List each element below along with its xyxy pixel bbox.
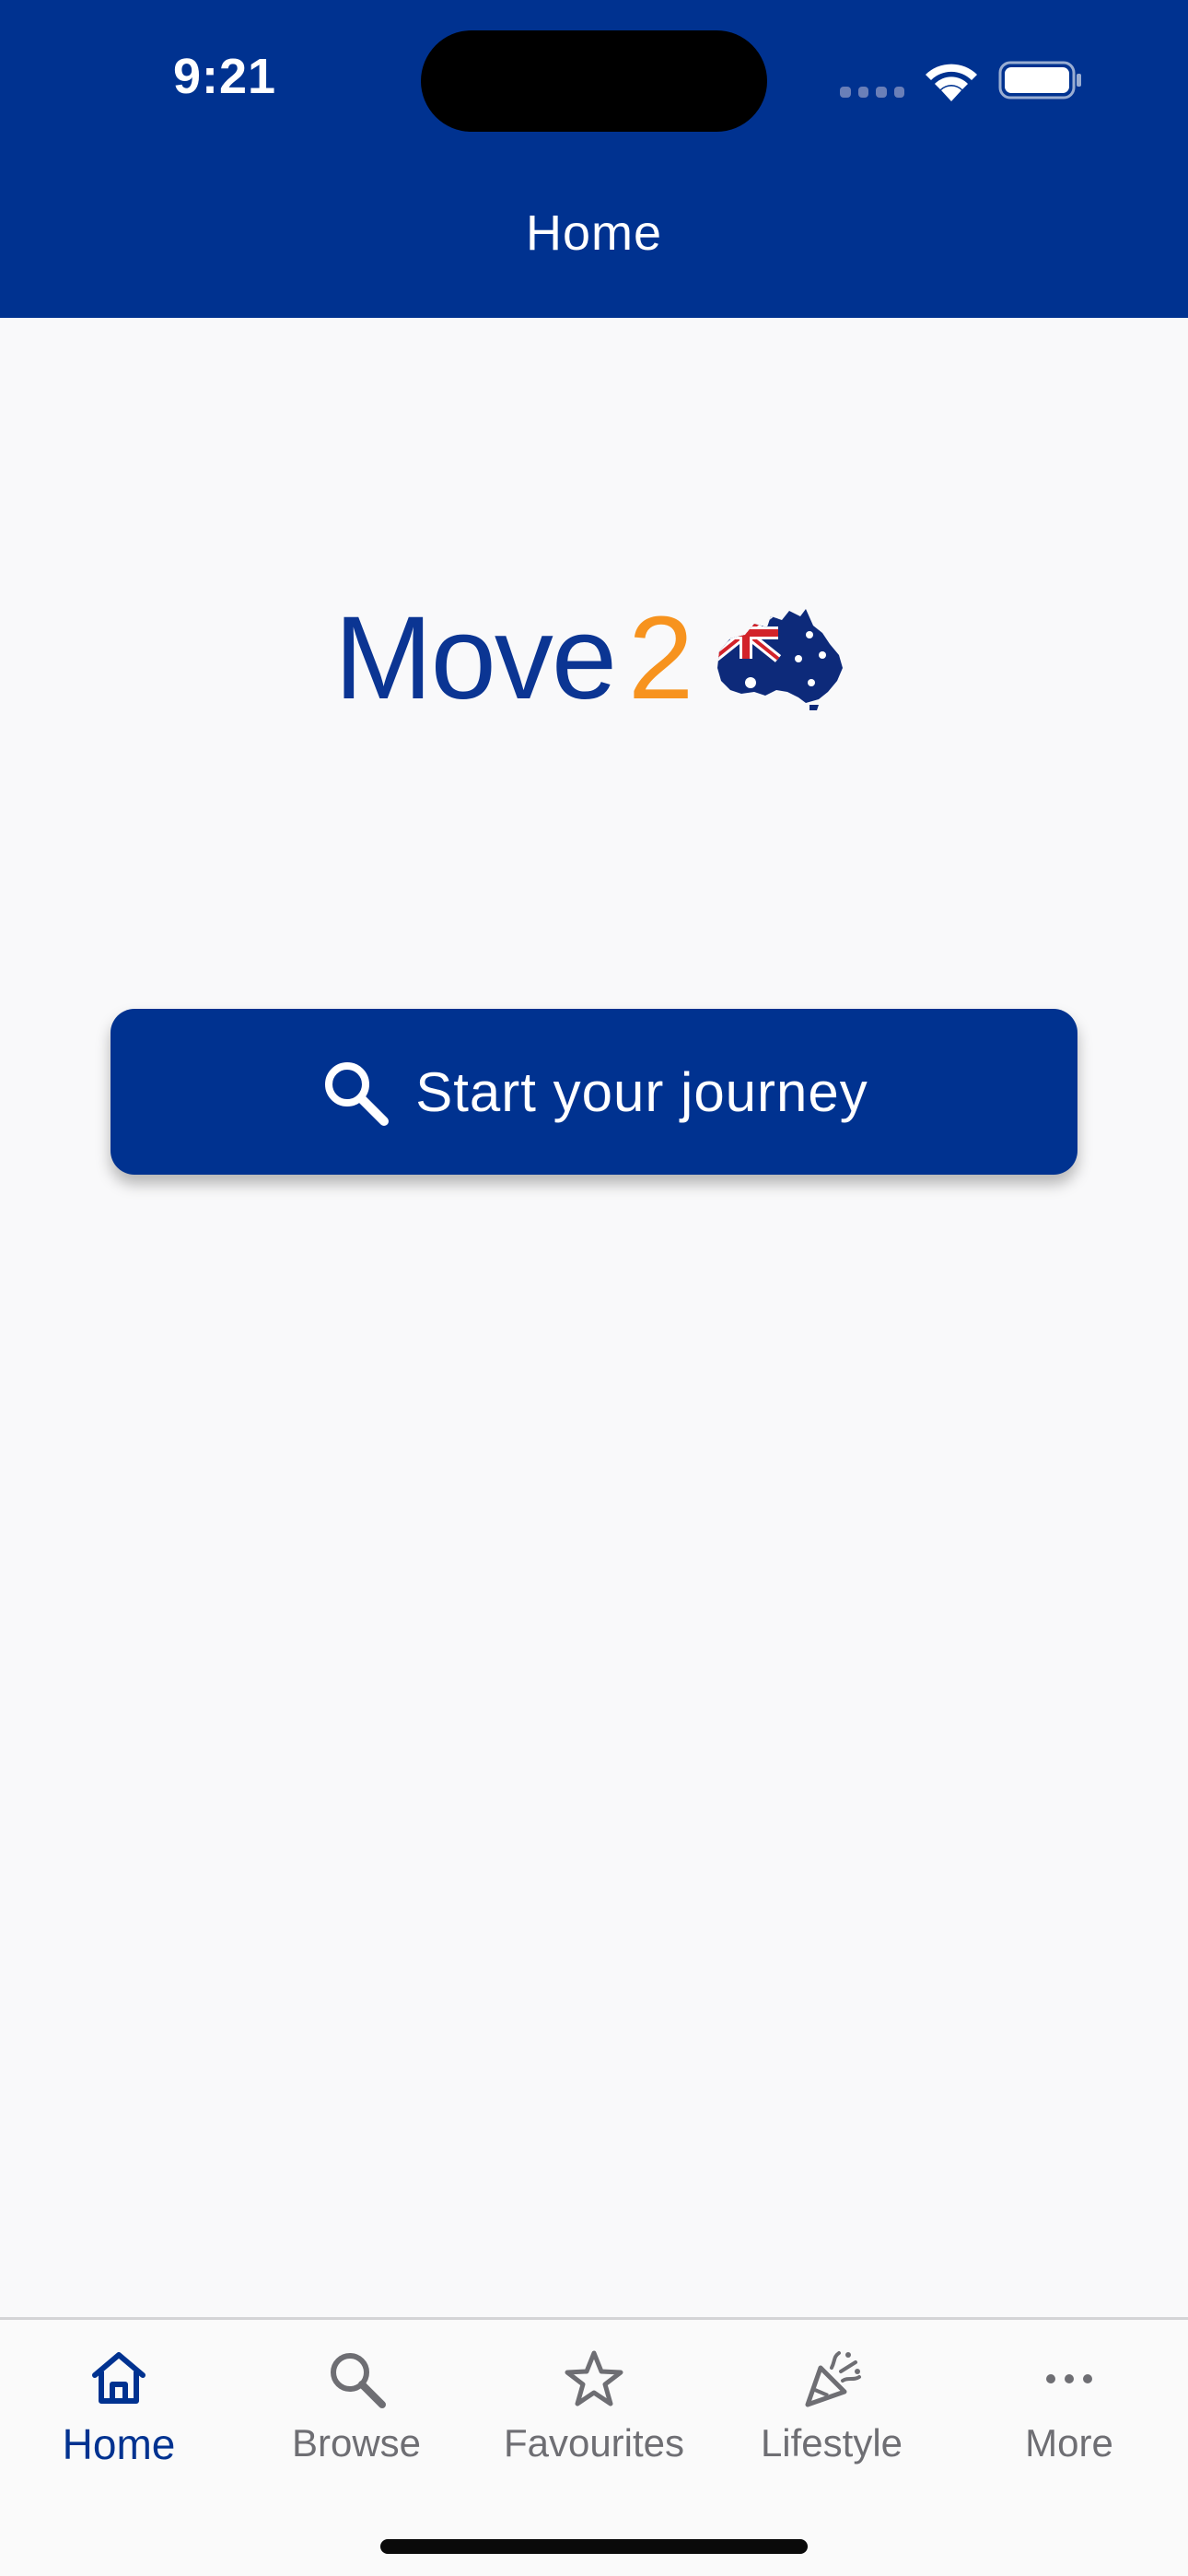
tab-favourites-label: Favourites: [503, 2421, 685, 2465]
tab-lifestyle-label: Lifestyle: [760, 2421, 903, 2465]
party-popper-icon: [805, 2351, 861, 2407]
home-icon: [92, 2352, 146, 2404]
app-logo: Move 2: [334, 599, 859, 719]
search-icon: [325, 1062, 390, 1126]
tab-more[interactable]: More: [950, 2348, 1188, 2504]
tab-more-label: More: [1025, 2421, 1113, 2465]
bottom-tab-bar: Home Browse Favourites Lifestyle More: [0, 2317, 1188, 2576]
australia-flag-map-icon: [717, 609, 844, 710]
star-icon: [565, 2350, 623, 2406]
tab-browse[interactable]: Browse: [238, 2348, 475, 2504]
wifi-icon: [926, 64, 977, 101]
search-icon: [331, 2353, 386, 2408]
battery-icon: [998, 61, 1081, 100]
tab-home-label: Home: [62, 2420, 176, 2468]
app-header: 9:21 Home: [0, 0, 1188, 318]
logo-word: Move: [334, 592, 617, 724]
home-indicator[interactable]: [380, 2539, 808, 2554]
tab-favourites[interactable]: Favourites: [475, 2348, 713, 2504]
page-title: Home: [525, 205, 663, 261]
logo-number: 2: [628, 592, 694, 724]
dynamic-island: [421, 30, 767, 132]
tab-home[interactable]: Home: [0, 2348, 238, 2504]
status-time: 9:21: [173, 49, 277, 104]
screen: 9:21 Home Move 2 Start your journey Home…: [0, 0, 1188, 2576]
start-journey-button[interactable]: Start your journey: [111, 1009, 1077, 1175]
more-dots-icon: [1046, 2374, 1092, 2383]
tab-browse-label: Browse: [291, 2421, 422, 2465]
cellular-signal-icon: [840, 87, 904, 100]
start-journey-label: Start your journey: [415, 1060, 868, 1123]
tab-lifestyle[interactable]: Lifestyle: [713, 2348, 950, 2504]
